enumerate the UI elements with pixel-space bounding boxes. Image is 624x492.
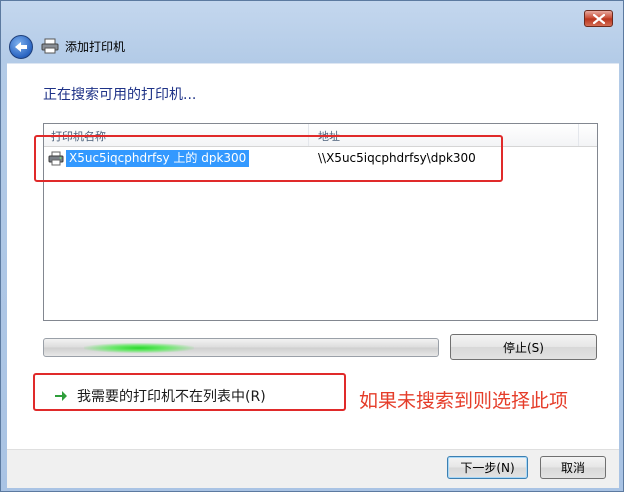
page-heading: 正在搜索可用的打印机... [43,87,197,103]
next-button[interactable]: 下一步(N) [447,456,528,479]
progress-indicator [84,343,194,353]
window-title: 添加打印机 [65,40,126,54]
highlight-box-option [33,373,346,411]
stop-button[interactable]: 停止(S) [450,334,597,360]
cancel-button[interactable]: 取消 [540,456,606,479]
back-arrow-icon [15,42,27,52]
printer-icon [41,38,59,57]
column-divider[interactable] [578,124,579,146]
close-icon [592,13,605,24]
highlight-box-printer-row [34,135,503,182]
annotation-text: 如果未搜索到则选择此项 [359,390,569,412]
add-printer-window: 添加打印机 正在搜索可用的打印机... 打印机名称 地址 X5uc5iqcphd… [0,0,624,492]
search-progress-bar [43,338,439,357]
close-button[interactable] [584,10,613,27]
back-button[interactable] [9,35,33,59]
